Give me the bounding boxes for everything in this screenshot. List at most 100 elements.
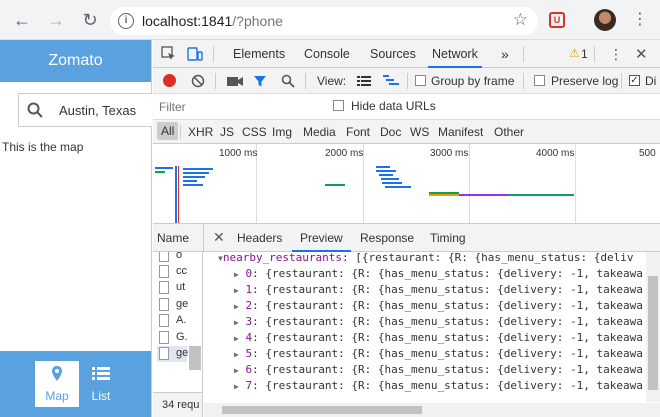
reload-icon[interactable]: ↻ (78, 8, 102, 32)
bottom-nav: Map List (0, 351, 151, 417)
request-bar (155, 167, 173, 169)
type-font[interactable]: Font (346, 125, 370, 139)
preview-item[interactable]: ▶ 2: {restaurant: {R: {has_menu_status: … (234, 298, 643, 314)
preview-item[interactable]: ▶ 1: {restaurant: {R: {has_menu_status: … (234, 282, 643, 298)
hide-data-urls-label: Hide data URLs (351, 99, 436, 113)
tab-sources[interactable]: Sources (370, 40, 416, 68)
forward-icon[interactable]: → (44, 8, 68, 32)
preview-item[interactable]: ▶ 6: {restaurant: {R: {has_menu_status: … (234, 362, 643, 378)
tab-network[interactable]: Network (428, 40, 482, 68)
info-icon[interactable]: i (118, 13, 134, 29)
expand-triangle-icon[interactable]: ▶ (234, 302, 239, 311)
type-manifest[interactable]: Manifest (438, 125, 483, 139)
list-item-selected[interactable]: ge (157, 346, 188, 362)
preview-item[interactable]: ▶ 5: {restaurant: {R: {has_menu_status: … (234, 346, 643, 362)
inspect-element-icon[interactable] (161, 46, 177, 62)
scrollbar-thumb[interactable] (222, 406, 422, 414)
request-name-list: o cc ut ge A. G. ge 34 requ (153, 252, 203, 417)
large-rows-icon[interactable] (357, 75, 371, 87)
record-icon[interactable] (163, 74, 176, 87)
tick-label-4000: 4000 ms (536, 148, 575, 159)
close-devtools-icon[interactable]: ✕ (635, 45, 648, 63)
name-column-header[interactable]: Name (157, 231, 189, 245)
expand-triangle-icon[interactable]: ▶ (234, 318, 239, 327)
tab-map[interactable]: Map (35, 361, 79, 407)
browser-menu-icon[interactable]: ⋮ (630, 10, 650, 30)
type-all[interactable]: All (157, 122, 179, 140)
app-title: Zomato (0, 40, 151, 82)
type-media[interactable]: Media (303, 125, 336, 139)
preserve-log-label: Preserve log (551, 74, 619, 88)
preview-item[interactable]: ▶ 3: {restaurant: {R: {has_menu_status: … (234, 314, 643, 330)
filter-row: Hide data URLs (153, 94, 660, 120)
app-pane: Zomato Austin, Texas This is the map Map… (0, 40, 152, 417)
expand-triangle-icon[interactable]: ▶ (234, 366, 239, 375)
preview-item[interactable]: ▶ 4: {restaurant: {R: {has_menu_status: … (234, 330, 643, 346)
list-icon (79, 365, 123, 385)
map-pin-icon (35, 365, 79, 385)
filter-icon[interactable] (253, 74, 267, 88)
request-details-header: Name ✕ Headers Preview Response Timing (153, 224, 660, 252)
disable-cache-checkbox[interactable]: ✓ (629, 75, 640, 86)
panel-tab-preview[interactable]: Preview (292, 224, 351, 252)
bookmark-star-icon[interactable]: ☆ (513, 10, 528, 30)
clear-icon[interactable] (191, 74, 205, 88)
network-toolbar: View: Group by frame Preserve log ✓ Di (153, 68, 660, 94)
waterfall-overview-icon[interactable] (383, 74, 399, 88)
type-doc[interactable]: Doc (380, 125, 401, 139)
type-css[interactable]: CSS (242, 125, 267, 139)
tab-elements[interactable]: Elements (233, 40, 285, 68)
request-bar (382, 182, 402, 184)
location-search-field[interactable]: Austin, Texas (18, 93, 152, 127)
hide-data-urls-checkbox[interactable] (333, 100, 344, 111)
url-text: localhost:1841/?phone (142, 13, 283, 29)
preview-root[interactable]: ▼nearby_restaurants: [{restaurant: {R: {… (218, 252, 633, 266)
tab-list[interactable]: List (79, 361, 123, 407)
preview-item[interactable]: ▶ 7: {restaurant: {R: {has_menu_status: … (234, 378, 643, 394)
panel-tab-response[interactable]: Response (360, 224, 414, 252)
expand-triangle-icon[interactable]: ▶ (234, 334, 239, 343)
file-icon (159, 281, 169, 294)
tab-console[interactable]: Console (304, 40, 350, 68)
close-details-icon[interactable]: ✕ (213, 229, 225, 246)
request-bar (325, 184, 345, 186)
type-ws[interactable]: WS (410, 125, 429, 139)
disable-cache-label: Di (645, 74, 657, 88)
request-bar (379, 174, 393, 176)
network-timeline-overview[interactable]: 1000 ms 2000 ms 3000 ms 4000 ms 500 (153, 144, 660, 224)
back-icon[interactable]: ← (10, 8, 34, 32)
tab-list-label: List (91, 389, 111, 403)
group-by-frame-checkbox[interactable] (415, 75, 426, 86)
name-list-scrollbar[interactable] (189, 346, 201, 370)
preview-item[interactable]: ▶ 0: {restaurant: {R: {has_menu_status: … (234, 266, 643, 282)
panel-tab-timing[interactable]: Timing (430, 224, 466, 252)
screenshot-camera-icon[interactable] (227, 75, 243, 87)
tick-label-1000: 1000 ms (219, 148, 258, 159)
preview-vertical-scrollbar[interactable] (646, 252, 660, 402)
expand-triangle-icon[interactable]: ▶ (234, 270, 239, 279)
filter-input[interactable] (155, 97, 320, 116)
more-tabs-button[interactable]: » (501, 40, 509, 68)
type-js[interactable]: JS (220, 125, 234, 139)
profile-avatar[interactable] (594, 9, 616, 31)
extension-icon[interactable]: U (549, 12, 565, 28)
search-network-icon[interactable] (281, 74, 295, 88)
request-bar (429, 194, 459, 196)
type-img[interactable]: Img (272, 125, 292, 139)
expand-triangle-icon[interactable]: ▶ (234, 350, 239, 359)
warning-icon: ⚠ (569, 46, 580, 60)
preserve-log-checkbox[interactable] (534, 75, 545, 86)
expand-triangle-icon[interactable]: ▶ (234, 286, 239, 295)
device-toolbar-icon[interactable] (187, 46, 203, 62)
preview-horizontal-scrollbar[interactable] (204, 403, 660, 417)
panel-tab-headers[interactable]: Headers (237, 224, 282, 252)
type-xhr[interactable]: XHR (188, 125, 213, 139)
expand-triangle-icon[interactable]: ▶ (234, 382, 239, 391)
address-bar[interactable]: i localhost:1841/?phone ☆ (110, 7, 538, 35)
scrollbar-thumb[interactable] (648, 276, 658, 390)
tab-map-label: Map (45, 389, 69, 403)
location-value: Austin, Texas (59, 103, 137, 118)
type-other[interactable]: Other (494, 125, 524, 139)
warnings-count[interactable]: 1 (581, 47, 588, 61)
devtools-menu-icon[interactable]: ⋮ (609, 46, 623, 63)
